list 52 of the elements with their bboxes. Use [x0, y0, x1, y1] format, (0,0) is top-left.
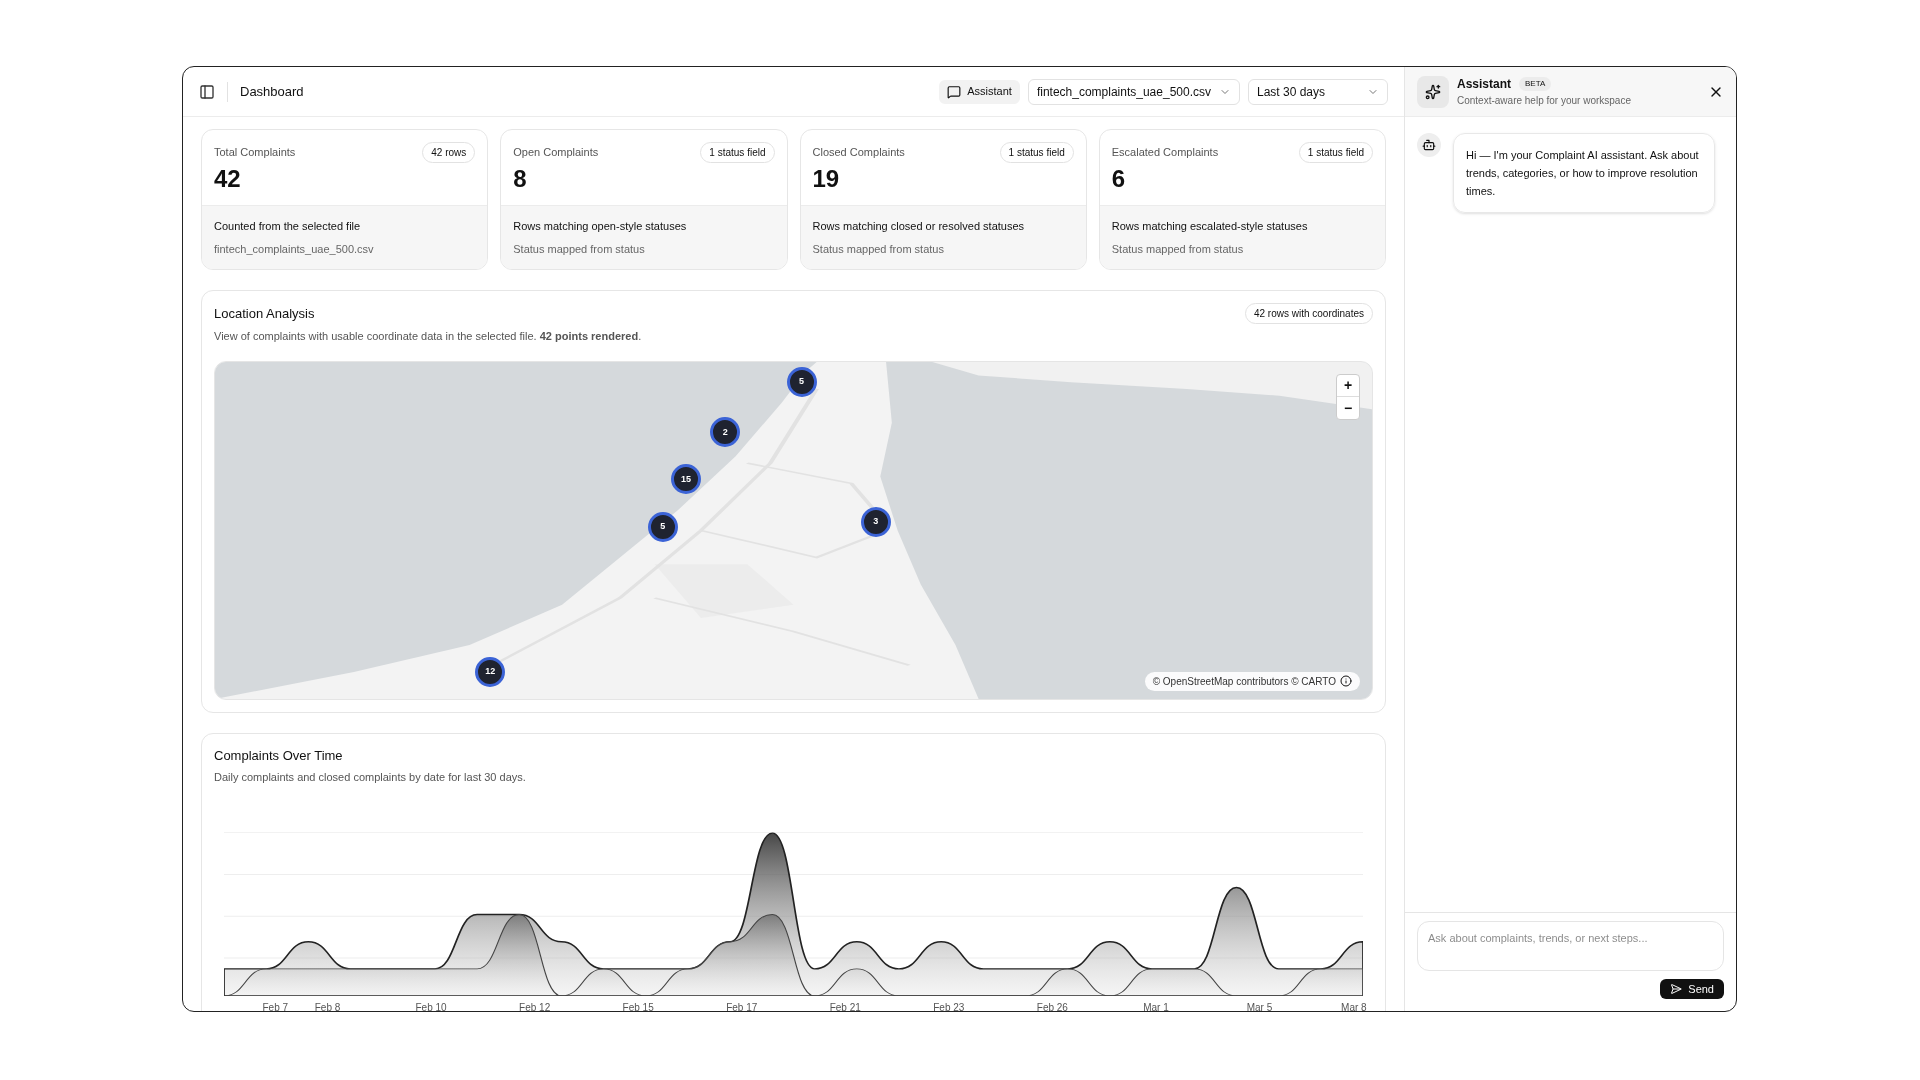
section-description: Daily complaints and closed complaints by date for last 30 days. — [214, 770, 527, 785]
axis-label: Feb 12 — [519, 1000, 551, 1011]
axis-label: Mar 1 — [1143, 1000, 1169, 1011]
sparkles-icon — [1417, 75, 1449, 108]
sidebar-toggle-icon[interactable] — [199, 83, 215, 100]
send-button[interactable]: Send — [1660, 979, 1724, 999]
chat-icon — [947, 84, 962, 99]
stat-note: Rows matching open-style statuses — [513, 219, 688, 234]
chat-message: Hi — I'm your Complaint AI assistant. Ask about trends, categories, or how to improve resolution times. — [1453, 133, 1715, 213]
stat-note: Rows matching escalated-style statuses — [1111, 219, 1309, 234]
assistant-subtitle: Context-aware help for your workspace — [1457, 94, 1632, 108]
file-select[interactable]: fintech_complaints_uae_500.csv — [1027, 78, 1240, 105]
zoom-out-button[interactable]: − — [1337, 396, 1359, 419]
stat-value: 42 — [214, 165, 242, 193]
beta-badge: BETA — [1519, 77, 1552, 91]
stat-source: Status mapped from status — [1111, 241, 1245, 257]
section-title: Location Analysis — [214, 304, 315, 323]
date-range-select[interactable]: Last 30 days — [1248, 78, 1388, 105]
stat-note: Counted from the selected file — [214, 219, 362, 234]
stat-label: Total Complaints — [214, 145, 296, 161]
stat-label: Open Complaints — [513, 145, 599, 161]
axis-label: Feb 17 — [726, 1000, 758, 1011]
axis-label: Feb 21 — [829, 1000, 861, 1011]
message-input[interactable]: Ask about complaints, trends, or next steps... — [1417, 921, 1724, 971]
stat-value: 8 — [513, 165, 528, 193]
info-icon[interactable] — [1340, 675, 1352, 687]
axis-label: Mar 5 — [1246, 1000, 1273, 1011]
stat-source: fintech_complaints_uae_500.csv — [214, 241, 375, 257]
axis-label: Mar 8 — [1341, 1000, 1367, 1011]
section-description: View of complaints with usable coordinate data in the selected file. 42 points rendered. — [214, 329, 643, 344]
axis-label: Feb 26 — [1036, 1000, 1068, 1011]
map[interactable]: 5 2 15 5 3 12 + − © OpenStreetMap contributors © CARTO — [214, 360, 1373, 700]
stat-source: Status mapped from status — [513, 241, 646, 257]
assistant-title: Assistant — [1457, 76, 1512, 93]
stat-note: Rows matching closed or resolved statuses — [812, 219, 1026, 234]
robot-icon — [1417, 133, 1441, 157]
send-icon — [1670, 983, 1683, 995]
map-attribution: © OpenStreetMap contributors © CARTO — [1152, 674, 1336, 689]
assistant-button[interactable]: Assistant — [939, 79, 1020, 104]
axis-label: Feb 15 — [622, 1000, 654, 1011]
stat-label: Closed Complaints — [812, 145, 905, 161]
page-title: Dashboard — [240, 82, 304, 101]
axis-label: Feb 10 — [415, 1000, 447, 1011]
stat-label: Escalated Complaints — [1111, 145, 1219, 161]
axis-label: Feb 23 — [933, 1000, 965, 1011]
stat-value: 6 — [1111, 165, 1127, 193]
axis-label: Feb 8 — [314, 1000, 341, 1011]
stat-value: 19 — [812, 165, 841, 193]
zoom-in-button[interactable]: + — [1337, 374, 1359, 397]
stat-source: Status mapped from status — [812, 241, 945, 257]
axis-label: Feb 7 — [262, 1000, 289, 1011]
section-title: Complaints Over Time — [214, 746, 344, 765]
